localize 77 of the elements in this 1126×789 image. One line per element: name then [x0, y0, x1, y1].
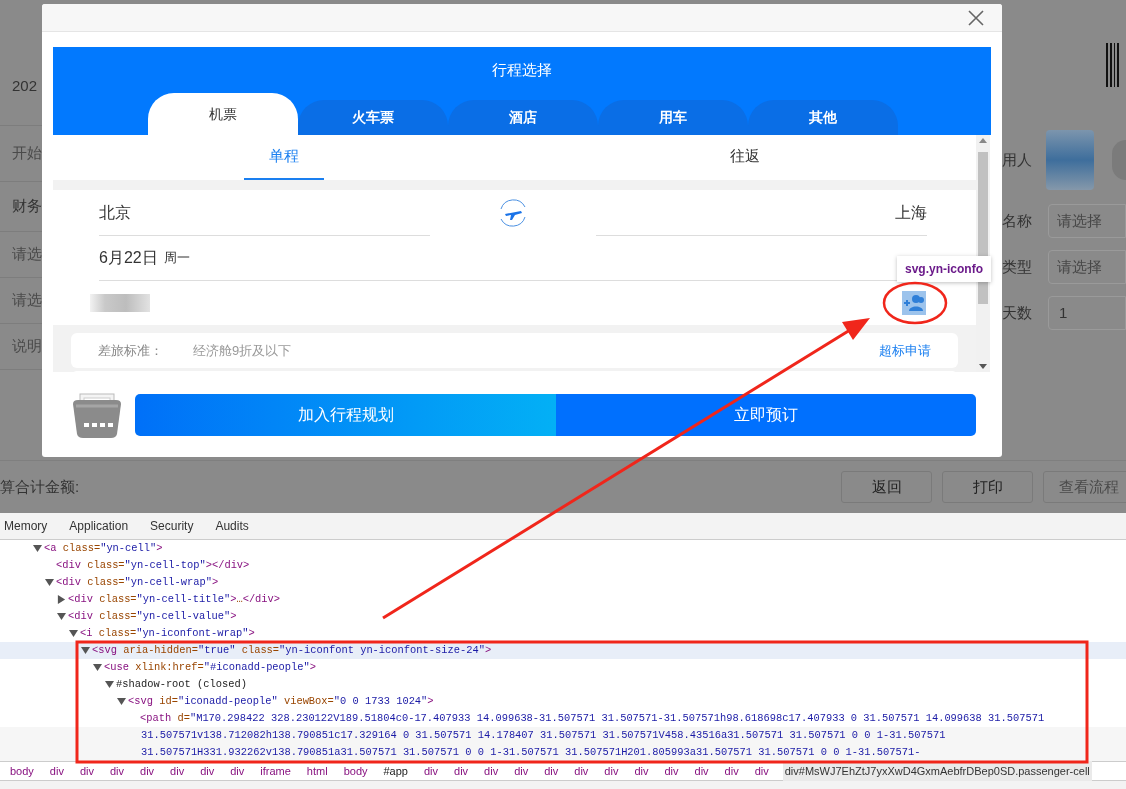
form-label: 名称: [1002, 210, 1033, 231]
devtools-tab[interactable]: Memory: [4, 512, 48, 540]
breadcrumb-item[interactable]: div: [228, 761, 247, 781]
breadcrumb-item[interactable]: div: [722, 761, 741, 781]
code-line: <i class="yn-iconfont-wrap">: [80, 626, 255, 641]
scroll-up-icon[interactable]: [979, 138, 987, 143]
close-icon[interactable]: [968, 9, 984, 26]
breadcrumb-item[interactable]: div: [692, 761, 711, 781]
code-line: <svg id="iconadd-people" viewBox="0 0 1733 1024">: [128, 694, 434, 709]
tree-row[interactable]: 31.507571v138.712082h138.790851c17.329164 0 31.507571 14.178407 31.507571 31.507571V458.43516a31.507571 31.507571 0 0 1-31.507571: [0, 727, 1126, 744]
code-line: <path d="M170.298422 328.230122V189.51804c0-17.407933 14.099638-31.507571 31.507571-31.507571h98.618698c17.407933 0 31.507571 14.099638 31.507571: [140, 711, 1045, 726]
departure-city-field[interactable]: 北京: [99, 190, 430, 236]
trip-type-tab[interactable]: 往返: [705, 135, 786, 180]
devtools-tab[interactable]: Security: [150, 512, 194, 540]
form-label: 用人: [1002, 149, 1033, 170]
code-line: <use xlink:href="#iconadd-people">: [104, 660, 317, 675]
total-amount-label: 算合计金额:: [0, 476, 80, 497]
tree-row[interactable]: 31.507571H331.932262v138.790851a31.507571 31.507571 0 0 1-31.507571 31.507571H201.805993a31.507571 31.507571 0 0 1-31.507571-: [0, 744, 1126, 761]
element-tooltip: svg.yn-iconfo: [897, 256, 991, 282]
code-line: <div class="yn-cell-value">: [68, 609, 237, 624]
breadcrumb-item[interactable]: div: [108, 761, 127, 781]
category-tab[interactable]: 酒店: [448, 100, 598, 135]
form-label: 类型: [1002, 256, 1033, 277]
breadcrumb-item[interactable]: iframe: [258, 761, 293, 781]
disclosure-triangle-icon[interactable]: [33, 544, 42, 553]
blurred-avatar: [1046, 130, 1094, 190]
breadcrumb-item[interactable]: html: [304, 761, 330, 781]
code-line: 31.507571v138.712082h138.790851c17.329164 0 31.507571 14.178407 31.507571 31.507571V458.43516a31.507571 31.507571 0 0 1-31.507571: [141, 728, 946, 743]
form-label: 天数: [1002, 302, 1033, 323]
barcode-icon: [1106, 43, 1120, 87]
breadcrumb-item[interactable]: div: [452, 761, 471, 781]
highlight-ellipse: [882, 281, 948, 325]
code-line: 31.507571H331.932262v138.790851a31.507571 31.507571 0 0 1-31.507571 31.507571H201.805993a31.507571 31.507571 0 0 1-31.507571-: [141, 745, 921, 760]
code-line: #shadow-root (closed): [116, 677, 247, 692]
breadcrumb-item[interactable]: div: [422, 761, 441, 781]
breadcrumb-item[interactable]: div: [542, 761, 561, 781]
code-line: <svg aria-hidden="true" class="yn-iconfont yn-iconfont-size-24">: [92, 643, 492, 658]
page-button[interactable]: 返回: [841, 471, 932, 503]
breadcrumb-item[interactable]: div: [47, 761, 66, 781]
breadcrumb-item[interactable]: div: [512, 761, 531, 781]
policy-value: 经济舱9折及以下: [193, 341, 292, 360]
arrival-city-field[interactable]: 上海: [596, 190, 927, 236]
dialog-title: 行程选择: [492, 59, 552, 80]
breadcrumb-item[interactable]: body: [341, 761, 370, 781]
category-tab[interactable]: 火车票: [298, 100, 448, 135]
category-tab[interactable]: 其他: [748, 100, 898, 135]
form-label: 财务: [12, 196, 42, 217]
code-line: <div class="yn-cell-title">…</div>: [68, 592, 281, 607]
page-button[interactable]: 打印: [942, 471, 1033, 503]
breadcrumb-item[interactable]: div: [662, 761, 681, 781]
policy-label: 差旅标准：: [98, 341, 164, 360]
breadcrumb-item[interactable]: div: [138, 761, 157, 781]
code-line: <a class="yn-cell">: [44, 541, 163, 556]
breadcrumb-item[interactable]: div: [602, 761, 621, 781]
breadcrumb-item[interactable]: div: [482, 761, 501, 781]
weekday-label: 周一: [163, 249, 190, 268]
book-now-button[interactable]: 立即预订: [556, 393, 976, 436]
breadcrumb-item[interactable]: div: [77, 761, 96, 781]
form-label: 202: [12, 76, 38, 97]
breadcrumb-item[interactable]: div: [572, 761, 591, 781]
over-standard-link[interactable]: 超标申请: [879, 340, 931, 361]
devtools-tab[interactable]: Audits: [215, 512, 249, 540]
breadcrumb-item[interactable]: div: [198, 761, 217, 781]
breadcrumb-item[interactable]: #app: [381, 761, 410, 781]
input-field[interactable]: 1: [1048, 296, 1126, 330]
travel-date[interactable]: 6月22日: [99, 246, 158, 270]
scroll-down-icon[interactable]: [979, 364, 987, 369]
code-line: <div class="yn-cell-wrap">: [56, 575, 219, 590]
breadcrumb-item[interactable]: body: [8, 761, 36, 781]
breadcrumb-item[interactable]: div: [632, 761, 651, 781]
category-tab[interactable]: 用车: [598, 100, 748, 135]
breadcrumb-item[interactable]: div: [752, 761, 771, 781]
code-line: <div class="yn-cell-top"></div>: [56, 558, 250, 573]
breadcrumb-item[interactable]: div: [168, 761, 187, 781]
devtools-tab[interactable]: Application: [69, 512, 129, 540]
category-tab[interactable]: 机票: [148, 93, 298, 135]
redacted-text: [90, 294, 150, 312]
